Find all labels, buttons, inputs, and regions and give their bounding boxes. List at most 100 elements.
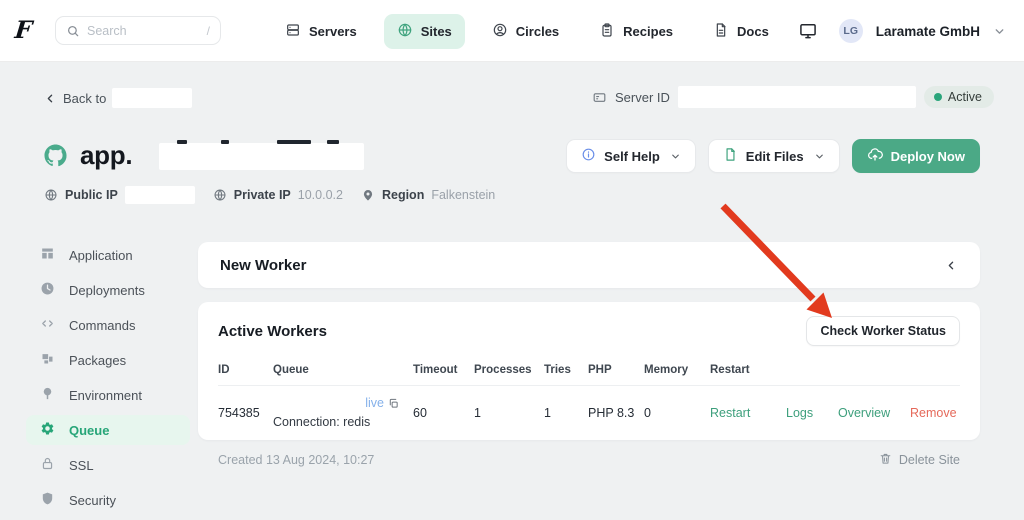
public-ip-label: Public IP — [65, 188, 118, 202]
forge-logo[interactable]: F — [14, 15, 34, 44]
overview-link[interactable]: Overview — [838, 406, 910, 420]
sidebar-item-label: Deployments — [69, 282, 145, 298]
user-circle-icon — [492, 22, 508, 41]
self-help-button[interactable]: Self Help — [566, 139, 696, 173]
delete-site-label: Delete Site — [898, 453, 960, 467]
nav-item-servers[interactable]: Servers — [272, 14, 370, 49]
nav-item-label: Sites — [420, 23, 452, 39]
nav-item-label: Circles — [515, 23, 560, 39]
region-label: Region — [381, 188, 425, 202]
info-icon — [581, 147, 596, 165]
clock-icon — [40, 281, 55, 299]
worker-timeout: 60 — [413, 405, 427, 420]
nav-item-sites[interactable]: Sites — [383, 13, 465, 49]
redaction-fragment — [177, 140, 187, 144]
collapse-chevron-icon[interactable] — [945, 259, 958, 272]
application-icon — [40, 246, 55, 264]
deploy-now-label: Deploy Now — [890, 148, 965, 164]
sidebar-item-label: Environment — [69, 387, 142, 403]
globe-icon — [213, 188, 227, 202]
server-meta: Public IP Private IP 10.0.0.2 Region Fal… — [44, 186, 495, 204]
private-ip-value: 10.0.0.2 — [297, 188, 343, 202]
location-pin-icon — [361, 188, 375, 202]
delete-site-button[interactable]: Delete Site — [879, 452, 960, 468]
created-timestamp: Created 13 Aug 2024, 10:27 — [218, 453, 375, 467]
package-icon — [40, 351, 55, 369]
new-worker-title: New Worker — [220, 256, 307, 274]
account-name[interactable]: Laramate GmbH — [876, 24, 980, 39]
back-label: Back to — [63, 90, 107, 106]
sidebar-item-deployments[interactable]: Deployments — [26, 275, 190, 305]
search-box[interactable]: / — [55, 16, 221, 45]
table-row: 754385 live Connection: redis 60 1 1 PHP… — [218, 386, 960, 442]
logs-link[interactable]: Logs — [786, 406, 838, 420]
search-shortcut-hint: / — [206, 23, 210, 38]
region-value: Falkenstein — [431, 188, 496, 202]
col-header-restart: Restart — [710, 364, 750, 376]
remove-link[interactable]: Remove — [910, 406, 960, 420]
globe-icon — [44, 188, 58, 202]
redaction-fragment — [327, 140, 339, 144]
nav-item-recipes[interactable]: Recipes — [586, 14, 686, 49]
worker-php: PHP 8.3 — [588, 405, 635, 420]
redaction-box — [159, 140, 364, 170]
self-help-label: Self Help — [604, 148, 660, 164]
redaction-box — [124, 186, 195, 204]
restart-link[interactable]: Restart — [710, 406, 786, 420]
status-label: Active — [947, 90, 982, 104]
sidebar-item-application[interactable]: Application — [26, 240, 190, 270]
workers-table: ID Queue Timeout Processes Tries PHP Mem… — [218, 360, 960, 442]
monitor-icon[interactable] — [798, 21, 818, 41]
cloud-upload-icon — [867, 147, 883, 166]
sidebar-item-label: Packages — [69, 352, 127, 368]
file-icon — [723, 147, 738, 165]
edit-files-button[interactable]: Edit Files — [707, 139, 840, 173]
deploy-now-button[interactable]: Deploy Now — [851, 139, 980, 173]
redaction-box — [112, 88, 193, 108]
clipboard-icon — [599, 22, 615, 41]
github-icon — [44, 144, 67, 167]
sidebar-item-environment[interactable]: Environment — [26, 380, 190, 410]
active-workers-title: Active Workers — [218, 322, 327, 340]
sidebar-item-label: SSL — [69, 457, 94, 473]
site-title-row: app. — [44, 140, 364, 171]
sidebar-item-commands[interactable]: Commands — [26, 310, 190, 340]
breadcrumb[interactable]: Back to — [44, 88, 193, 108]
nav-right: LG Laramate GmbH — [798, 0, 1006, 62]
sidebar: Application Deployments Commands Package… — [26, 240, 190, 520]
sidebar-item-packages[interactable]: Packages — [26, 345, 190, 375]
nav-item-circles[interactable]: Circles — [479, 14, 572, 49]
sidebar-item-security[interactable]: Security — [26, 485, 190, 515]
chevron-down-icon — [814, 151, 825, 162]
chevron-down-icon[interactable] — [993, 25, 1006, 38]
worker-processes: 1 — [474, 405, 481, 420]
col-header-php: PHP — [588, 364, 612, 376]
site-actions: Self Help Edit Files Deploy Now — [566, 139, 980, 173]
search-input[interactable] — [87, 23, 200, 38]
chevron-down-icon — [670, 151, 681, 162]
sidebar-item-ssl[interactable]: SSL — [26, 450, 190, 480]
check-worker-status-button[interactable]: Check Worker Status — [806, 316, 960, 346]
avatar[interactable]: LG — [838, 19, 863, 43]
worker-memory: 0 — [644, 405, 651, 420]
col-header-id: ID — [218, 364, 230, 376]
globe-icon — [397, 22, 413, 41]
col-header-processes: Processes — [474, 364, 532, 376]
nav-item-docs[interactable]: Docs — [700, 14, 782, 49]
nav-item-label: Docs — [737, 23, 769, 39]
worker-id: 754385 — [218, 405, 260, 420]
queue-name-link[interactable]: live — [365, 394, 384, 413]
gear-icon — [40, 421, 55, 439]
copy-icon[interactable] — [388, 398, 399, 409]
worker-connection: Connection: redis — [273, 414, 371, 429]
forge-app: F / Servers Sites Circles Reci — [0, 0, 1024, 519]
worker-tries: 1 — [544, 405, 551, 420]
worker-queue-cell: live Connection: redis — [273, 394, 413, 432]
new-worker-card: New Worker — [198, 242, 980, 288]
page-title: app. — [80, 140, 133, 170]
server-id-icon — [592, 90, 607, 105]
redaction-fragment — [221, 140, 229, 144]
shield-icon — [40, 491, 55, 509]
sidebar-item-queue[interactable]: Queue — [26, 415, 190, 445]
code-icon — [40, 316, 55, 334]
